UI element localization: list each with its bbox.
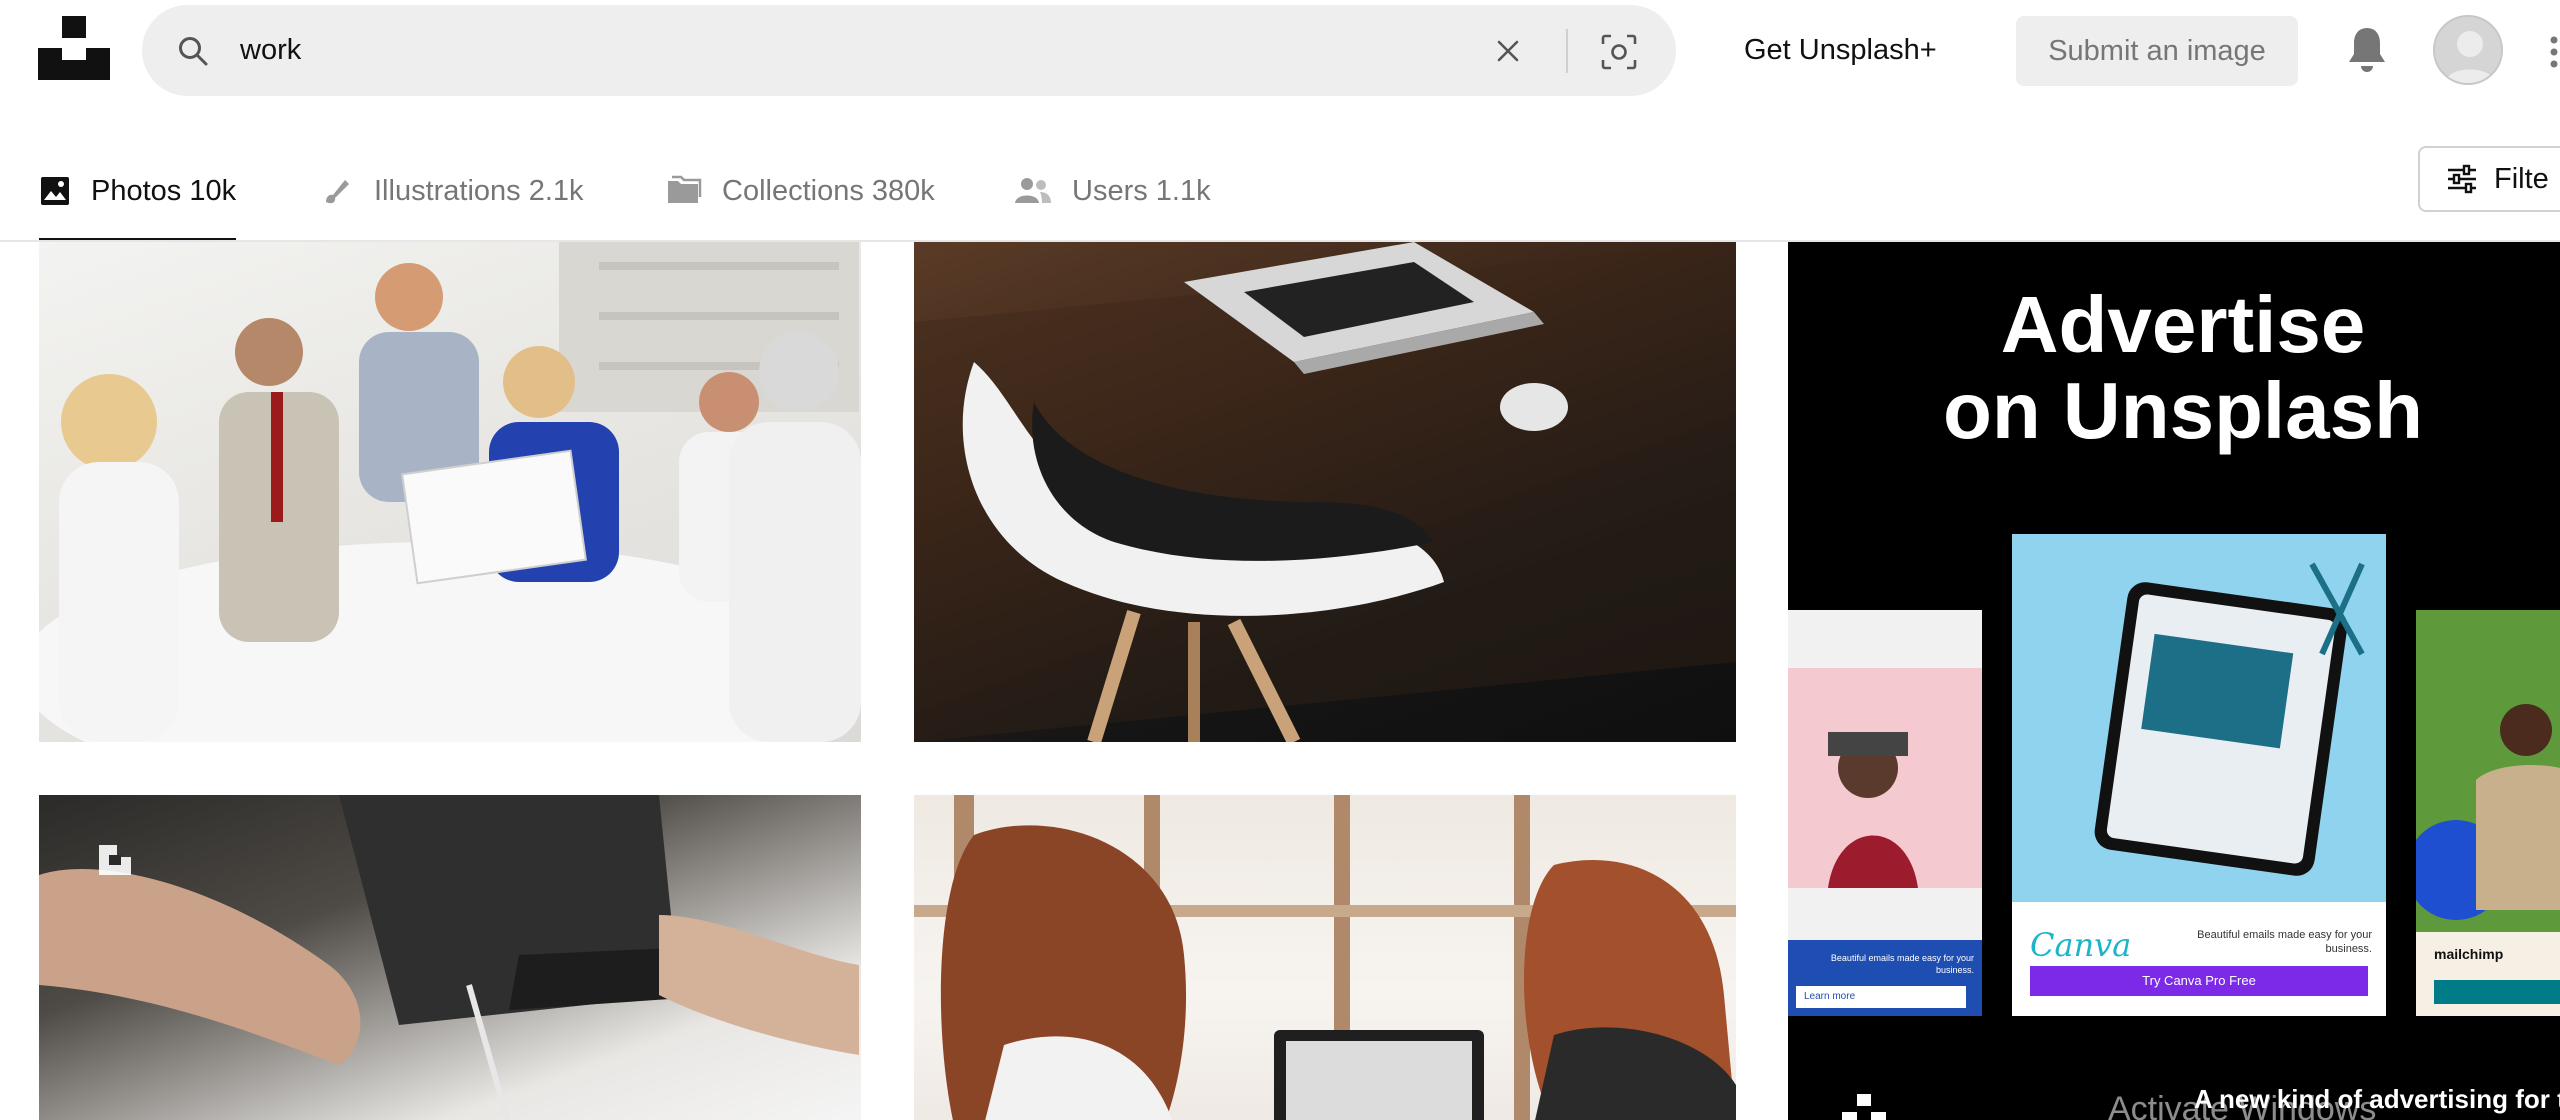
search-result-tabs: Photos 10k Illustrations 2.1k Collection…: [0, 142, 2560, 242]
handshake-tablet-scene: [39, 795, 859, 1120]
mailchimp-logo-text: mailchimp: [2434, 946, 2504, 962]
search-input[interactable]: [240, 25, 1540, 75]
filters-label: Filte: [2494, 162, 2549, 195]
left-card-learn-more: Learn more: [1796, 986, 1966, 1008]
photo-icon: [41, 177, 69, 205]
left-card-cta-area: Beautiful emails made easy for your busi…: [1788, 940, 1982, 1016]
notifications-bell-icon[interactable]: [2346, 24, 2388, 74]
avatar-placeholder-icon: [2445, 31, 2495, 83]
canva-logo-text: Canva: [2030, 926, 2132, 964]
scissors-icon: [2309, 562, 2365, 656]
ad-sample-left: Beautiful emails made easy for your busi…: [1788, 610, 1982, 1016]
collection-icon: [668, 175, 702, 203]
get-unsplash-plus-link[interactable]: Get Unsplash+: [1744, 34, 1937, 67]
laptop-chair-scene: [914, 242, 1736, 742]
visual-search-icon[interactable]: [1600, 33, 1638, 71]
portrait-illustration: [1828, 732, 1918, 888]
canva-copy: Beautiful emails made easy for your busi…: [2197, 929, 2372, 955]
search-bar: [142, 5, 1676, 96]
ad-sample-mailchimp: mailchimp: [2406, 610, 2560, 1016]
brush-icon: [326, 180, 349, 204]
photo-handshake-tablet[interactable]: [39, 795, 861, 1120]
user-avatar[interactable]: [2433, 15, 2503, 85]
tab-illustrations-label: Illustrations 2.1k: [374, 174, 584, 207]
person-beanbag-illustration: [2406, 704, 2560, 920]
advertise-title-line1: Advertise: [2000, 280, 2366, 369]
mailchimp-cta: [2434, 980, 2560, 1004]
advertise-title: Advertise on Unsplash: [1873, 282, 2493, 454]
activate-windows-watermark: Activate Windows: [2108, 1090, 2377, 1120]
advertise-banner[interactable]: Advertise on Unsplash Beautiful emails m…: [1788, 242, 2560, 1120]
search-divider: [1566, 29, 1568, 73]
tab-photos[interactable]: Photos 10k: [39, 142, 237, 242]
search-icon[interactable]: [178, 36, 208, 66]
tab-users-label: Users 1.1k: [1072, 174, 1211, 207]
photo-women-laptop[interactable]: [914, 795, 1736, 1120]
unsplash-logo[interactable]: [38, 16, 110, 80]
office-meeting-scene: [39, 242, 861, 742]
clear-search-icon[interactable]: [1495, 38, 1521, 64]
unsplash-small-logo-icon: [1842, 1094, 1886, 1120]
mailchimp-footer: mailchimp: [2416, 932, 2560, 1016]
filters-button[interactable]: Filte: [2418, 146, 2560, 212]
photo-office-meeting[interactable]: [39, 242, 861, 742]
filter-sliders-icon: [2448, 164, 2476, 194]
try-canva-pro-button: Try Canva Pro Free: [2030, 966, 2368, 996]
women-laptop-scene: [914, 795, 1736, 1120]
tab-collections-label: Collections 380k: [722, 174, 935, 207]
tab-users[interactable]: Users 1.1k: [1014, 142, 1211, 240]
ad-sample-canva: Canva Beautiful emails made easy for you…: [2012, 534, 2386, 1016]
tab-photos-label: Photos 10k: [91, 174, 237, 207]
photo-laptop-chair[interactable]: [914, 242, 1736, 742]
left-card-copy: Beautiful emails made easy for your busi…: [1830, 953, 1974, 975]
more-options-icon[interactable]: [2548, 34, 2560, 70]
advertise-title-line2: on Unsplash: [1942, 366, 2424, 455]
tab-illustrations[interactable]: Illustrations 2.1k: [320, 142, 584, 240]
top-header: Get Unsplash+ Submit an image: [0, 0, 2560, 104]
users-icon: [1015, 178, 1051, 203]
tab-collections[interactable]: Collections 380k: [666, 142, 935, 240]
submit-image-button[interactable]: Submit an image: [2016, 16, 2298, 86]
